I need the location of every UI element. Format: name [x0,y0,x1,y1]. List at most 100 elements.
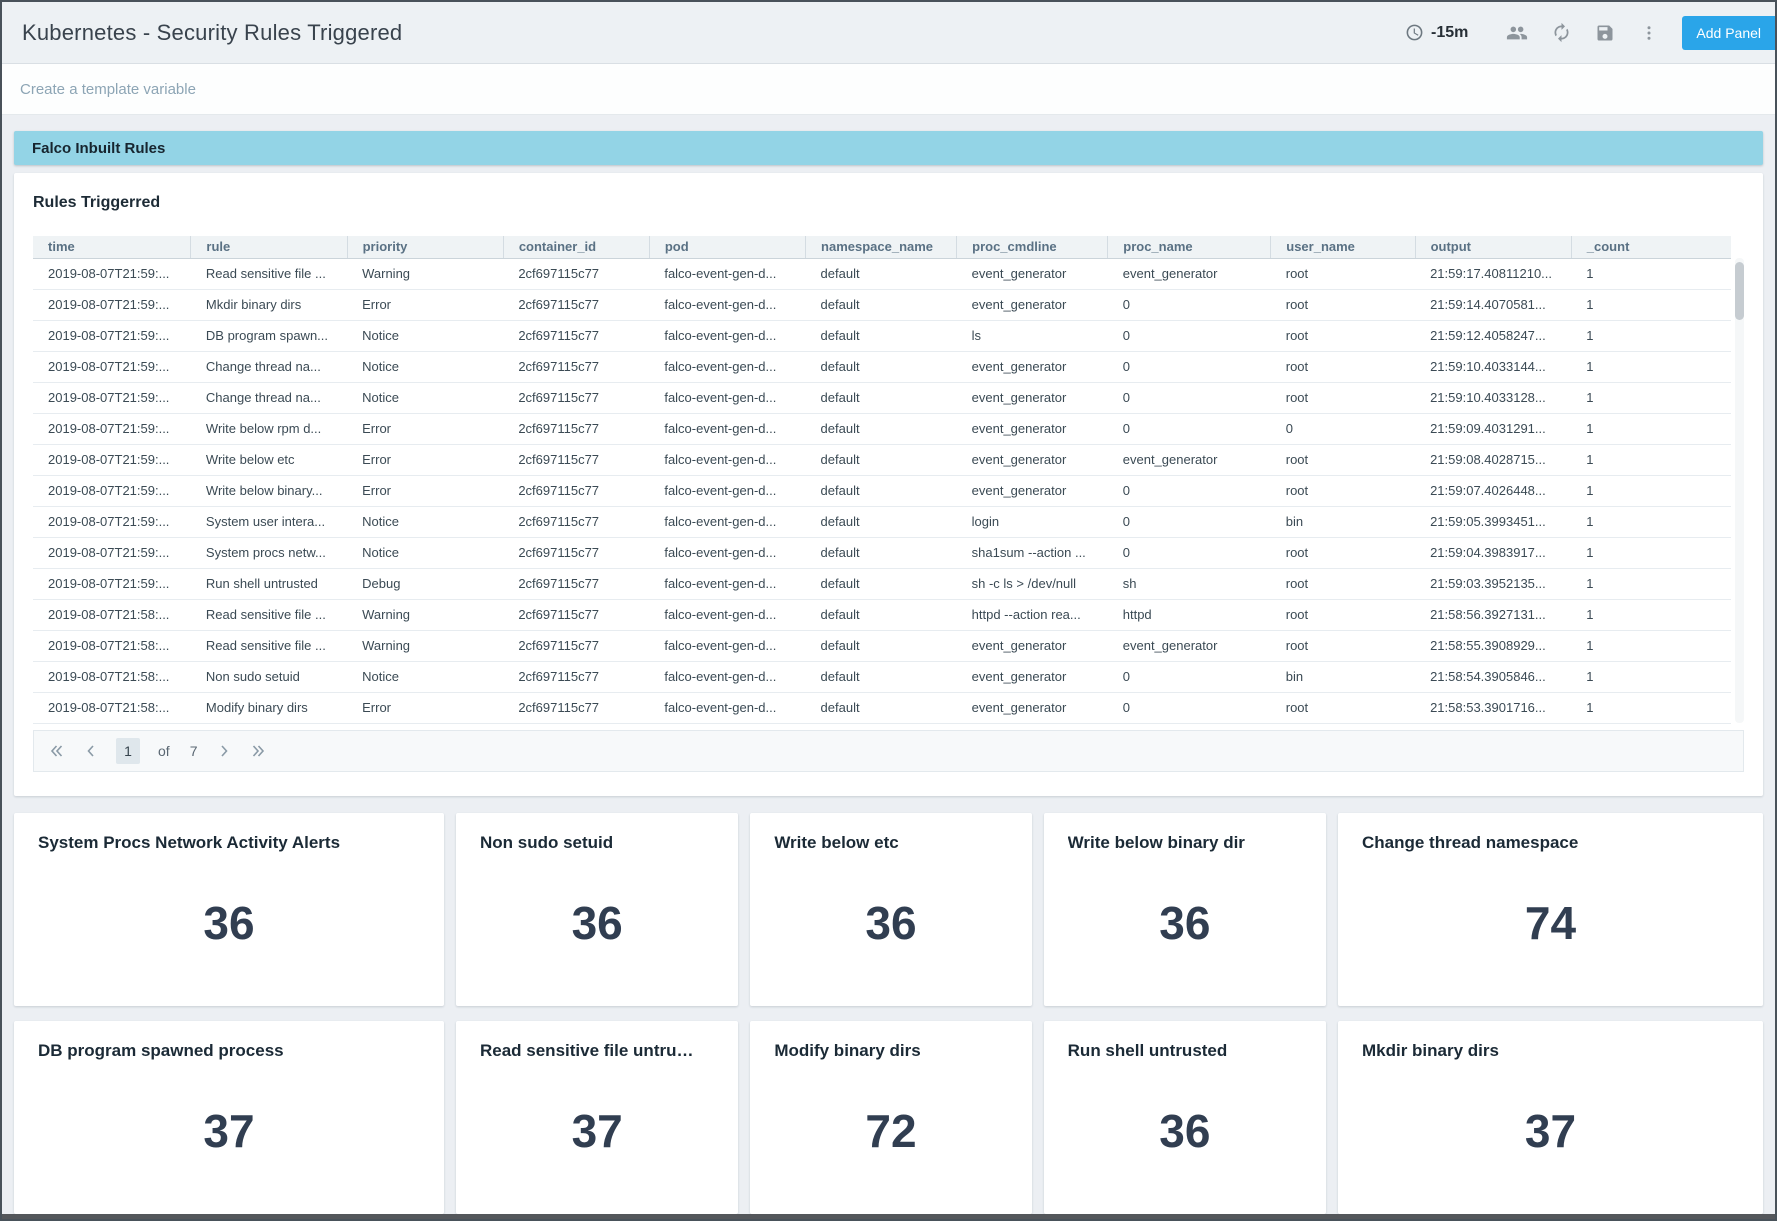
table-cell: bin [1270,661,1416,693]
table-cell: root [1270,258,1416,290]
stat-panel-title: Write below etc [774,833,899,852]
table-cell: 2cf697115c77 [503,630,650,662]
table-cell: Notice [347,537,504,569]
page-title: Kubernetes - Security Rules Triggered [22,19,403,45]
table-cell: default [805,289,957,321]
next-page-button[interactable] [211,738,237,764]
table-cell: 1 [1571,630,1731,662]
stat-panel-value: 36 [865,896,917,949]
table-row: 2019-08-07T21:59:... Write below rpm d...… [33,413,1731,445]
table-cell: 2cf697115c77 [503,506,650,538]
save-icon[interactable] [1588,16,1622,50]
table-cell: 2019-08-07T21:59:... [33,537,191,569]
table-cell: default [805,537,957,569]
people-icon[interactable] [1500,16,1534,50]
kebab-menu-icon[interactable] [1632,16,1666,50]
table-cell: 1 [1571,258,1731,290]
column-header-rule[interactable]: rule [190,236,348,259]
table-row: 2019-08-07T21:59:... System user intera..… [33,506,1731,538]
column-header-proc_name[interactable]: proc_name [1107,236,1272,259]
table-cell: 2019-08-07T21:59:... [33,258,191,290]
table-cell: 2019-08-07T21:59:... [33,289,191,321]
stat-panel-value: 37 [203,1104,255,1157]
table-cell: default [805,320,957,352]
column-header-priority[interactable]: priority [347,236,504,259]
time-range-control[interactable]: -15m [1403,22,1468,44]
column-header-proc_cmdline[interactable]: proc_cmdline [956,236,1109,259]
table-cell: 1 [1571,537,1731,569]
add-panel-button[interactable]: Add Panel [1682,15,1775,50]
table-row: 2019-08-07T21:59:... Read sensitive file … [33,258,1731,290]
table-cell: 21:59:03.3952135... [1415,568,1572,600]
first-page-button[interactable] [44,738,70,764]
stat-panel-value: 37 [1524,1104,1577,1157]
table-cell: System procs netw... [190,537,348,569]
stat-panel: Non sudo setuid 36 [455,813,739,1006]
column-header-pod[interactable]: pod [649,236,807,259]
table-scrollbar-track[interactable] [1735,258,1744,723]
stat-panel-value: 74 [1524,896,1577,949]
table-cell: 2019-08-07T21:59:... [33,444,191,476]
table-cell: Notice [347,320,504,352]
table-header-row: time rule priority container_id pod namespace… [33,236,1731,259]
table-cell: Warning [347,630,504,662]
stat-panel-value: 72 [865,1104,917,1157]
stat-panel-value: 36 [1159,896,1211,949]
table-cell: default [805,444,957,476]
table-cell: 2cf697115c77 [503,568,650,600]
table-cell: event_generator [956,692,1108,724]
table-cell: 2cf697115c77 [503,475,650,507]
previous-page-button[interactable] [78,738,104,764]
rules-table: time rule priority container_id pod namespace… [33,236,1731,724]
column-header-count[interactable]: _count [1571,236,1731,259]
current-page-input[interactable]: 1 [116,737,140,764]
horizontal-scrollbar[interactable] [2,1214,1775,1219]
table-cell: sh [1107,568,1271,600]
table-cell: 21:59:14.4070581... [1415,289,1572,321]
table-cell: 2019-08-07T21:59:... [33,351,191,383]
stat-panel-title: Read sensitive file untru… [479,1041,694,1060]
stat-panel: Run shell untrusted 36 [1043,1021,1326,1214]
table-row: 2019-08-07T21:58:... Read sensitive file … [33,599,1731,631]
table-cell: DB program spawn... [190,320,348,352]
table-cell: Warning [347,599,504,631]
stat-panel: Read sensitive file untru… 37 [455,1021,739,1214]
table-cell: 2019-08-07T21:58:... [33,692,191,724]
table-cell: falco-event-gen-d... [649,599,806,631]
table-cell: Change thread na... [190,351,348,383]
column-header-user_name[interactable]: user_name [1270,236,1416,259]
table-cell: falco-event-gen-d... [649,537,806,569]
table-scrollbar-thumb[interactable] [1735,262,1744,320]
table-cell: 0 [1107,661,1271,693]
table-cell: 2cf697115c77 [503,661,650,693]
table-cell: 2cf697115c77 [503,537,650,569]
table-cell: default [805,413,957,445]
refresh-icon[interactable] [1544,16,1578,50]
table-cell: falco-event-gen-d... [649,630,806,662]
last-page-button[interactable] [245,738,271,764]
table-cell: falco-event-gen-d... [649,289,806,321]
table-cell: Mkdir binary dirs [190,289,348,321]
column-header-time[interactable]: time [33,236,192,259]
table-cell: 1 [1571,351,1731,383]
time-range-label: -15m [1431,23,1469,41]
rules-triggered-panel: Rules Triggerred time rule priority contain… [14,173,1763,796]
table-cell: 21:59:10.4033144... [1415,351,1572,383]
table-cell: Change thread na... [190,382,348,414]
column-header-namespace_name[interactable]: namespace_name [805,236,958,259]
table-cell: 0 [1107,289,1271,321]
table-cell: 21:59:17.40811210... [1415,258,1572,290]
table-cell: root [1270,599,1416,631]
table-cell: event_generator [956,630,1108,662]
column-header-output[interactable]: output [1415,236,1572,259]
table-cell: falco-event-gen-d... [649,692,806,724]
table-cell: 2cf697115c77 [503,413,650,445]
stat-panel-title: Write below binary dir [1067,833,1245,852]
falco-section-banner[interactable]: Falco Inbuilt Rules [14,131,1763,165]
table-cell: login [956,506,1108,538]
stat-panel-title: Change thread namespace [1361,833,1579,852]
column-header-container_id[interactable]: container_id [503,236,650,259]
table-cell: 1 [1571,692,1731,724]
table-cell: 2019-08-07T21:59:... [33,320,191,352]
create-template-variable-link[interactable]: Create a template variable [20,81,196,98]
